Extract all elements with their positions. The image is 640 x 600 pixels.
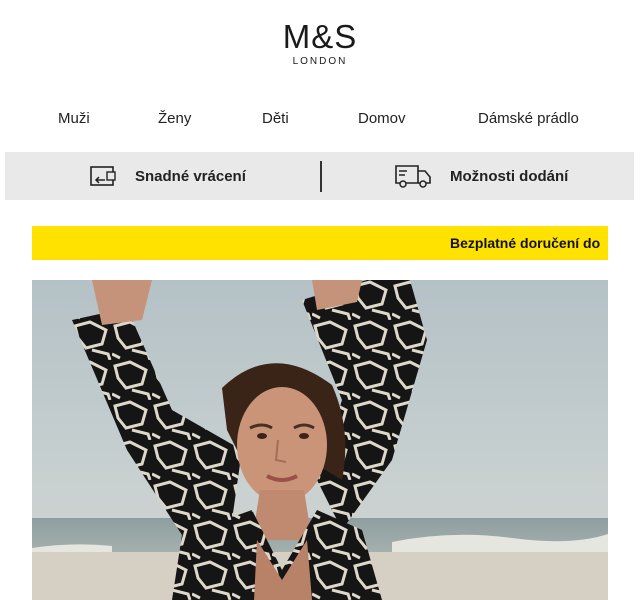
promo-banner-text: Bezplatné doručení do bbox=[450, 235, 601, 251]
delivery-truck-icon bbox=[395, 165, 431, 188]
nav-item-muzi[interactable]: Muži bbox=[58, 110, 90, 127]
return-box-icon bbox=[90, 166, 116, 186]
promo-banner[interactable]: Bezplatné doručení do bbox=[32, 226, 608, 260]
brand-name: M&S bbox=[282, 18, 358, 55]
nav-item-zeny[interactable]: Ženy bbox=[158, 110, 191, 127]
delivery-options-label: Možnosti dodání bbox=[450, 167, 569, 185]
nav-item-domov[interactable]: Domov bbox=[358, 110, 406, 127]
easy-returns-label: Snadné vrácení bbox=[135, 167, 246, 185]
nav-item-damske-pradlo[interactable]: Dámské prádlo bbox=[478, 110, 579, 127]
easy-returns-link[interactable]: Snadné vrácení bbox=[89, 152, 246, 200]
hero-photo bbox=[32, 280, 608, 600]
delivery-options-link[interactable]: Možnosti dodání bbox=[394, 152, 568, 200]
brand-subline: LONDON bbox=[292, 56, 348, 67]
service-strip: Snadné vrácení Možnosti dodání bbox=[5, 152, 634, 200]
strip-divider bbox=[320, 161, 322, 192]
hero-image[interactable] bbox=[32, 280, 608, 600]
brand-logo[interactable]: M&S LONDON bbox=[0, 18, 640, 68]
main-nav: Muži Ženy Děti Domov Dámské prádlo bbox=[0, 108, 640, 132]
nav-item-deti[interactable]: Děti bbox=[262, 110, 289, 127]
